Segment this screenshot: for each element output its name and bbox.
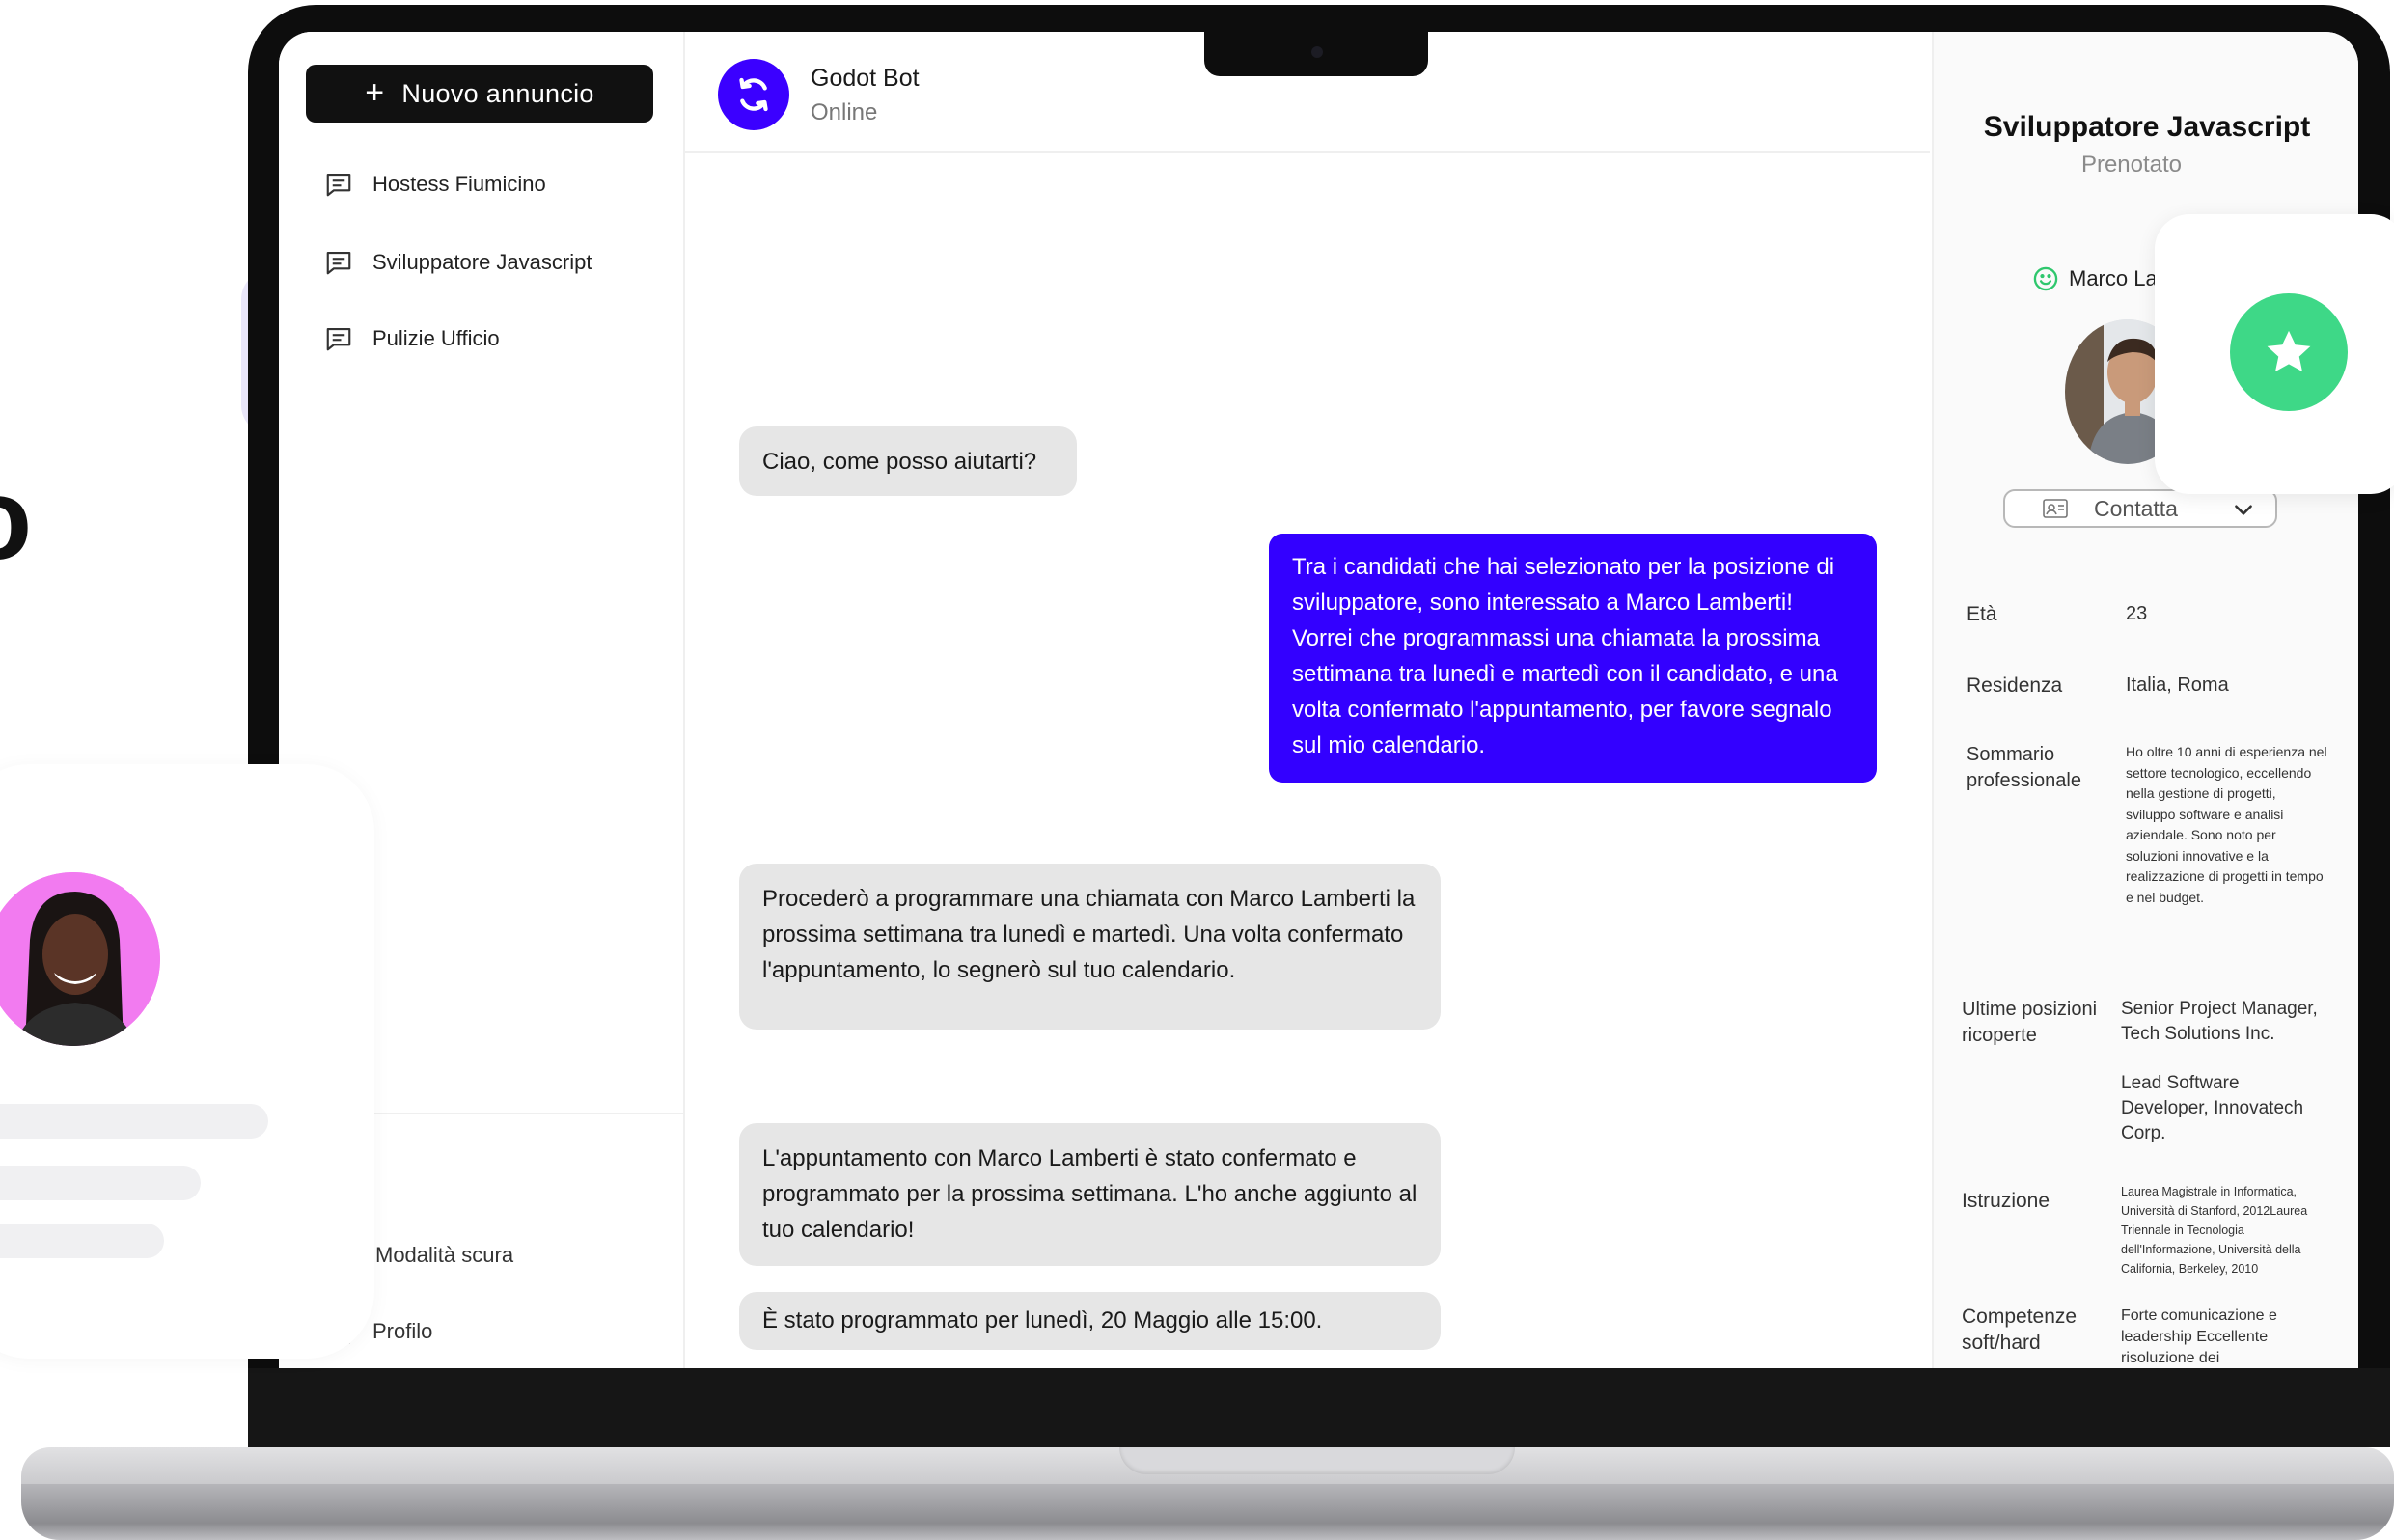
chat-icon xyxy=(326,251,351,275)
positions-label: Ultime posizioni ricoperte xyxy=(1962,999,2098,1046)
bot-status: Online xyxy=(811,99,878,125)
camera xyxy=(1311,46,1323,58)
decor-letter: o xyxy=(0,461,32,577)
plus-icon: + xyxy=(365,73,385,111)
contact-card-icon xyxy=(2043,499,2068,518)
education-label: Istruzione xyxy=(1962,1190,2050,1212)
profile-label: Profilo xyxy=(372,1319,433,1343)
sync-icon xyxy=(739,77,768,112)
candidate-name[interactable]: Marco La xyxy=(2032,265,2158,292)
profile-preview-card xyxy=(0,764,374,1359)
new-listing-button[interactable]: + Nuovo annuncio xyxy=(306,65,653,123)
job-title: Sviluppatore Javascript xyxy=(1983,111,2311,143)
message-bot: Procederò a programmare una chiamata con… xyxy=(739,864,1441,1030)
residence-value: Italia, Roma xyxy=(2126,674,2229,696)
summary-label: Sommario professionale xyxy=(1967,744,2081,791)
message-user: Tra i candidati che hai selezionato per … xyxy=(1269,534,1877,783)
sidebar-item-label: Sviluppatore Javascript xyxy=(372,250,592,274)
laptop-bezel-bottom xyxy=(248,1368,2390,1447)
age-value: 23 xyxy=(2126,603,2148,624)
star-icon xyxy=(2267,330,2311,372)
message-bot: L'appuntamento con Marco Lamberti è stat… xyxy=(739,1123,1441,1266)
placeholder-line xyxy=(0,1166,201,1200)
bot-avatar xyxy=(718,59,789,130)
bot-name: Godot Bot xyxy=(811,65,920,92)
dark-mode-label: Modalità scura xyxy=(375,1243,514,1267)
laptop-base-notch xyxy=(1119,1447,1515,1474)
chevron-down-icon xyxy=(2235,505,2252,515)
favorite-card xyxy=(2155,214,2394,494)
smile-icon xyxy=(2033,266,2058,291)
laptop-base-bottom xyxy=(21,1484,2394,1540)
summary-value: Ho oltre 10 anni di esperienza nel setto… xyxy=(2126,744,2327,905)
placeholder-line xyxy=(0,1104,268,1139)
profile-avatar xyxy=(0,872,160,1046)
message-bot: Ciao, come posso aiutarti? xyxy=(739,426,1077,496)
education-value: Laurea Magistrale in Informatica, Univer… xyxy=(2121,1185,2308,1276)
sidebar-item-office-cleaning[interactable]: Pulizie Ufficio xyxy=(324,319,500,358)
sidebar-item-js-developer[interactable]: Sviluppatore Javascript xyxy=(324,243,592,282)
sidebar-item-hostess[interactable]: Hostess Fiumicino xyxy=(324,165,546,204)
new-listing-label: Nuovo annuncio xyxy=(401,78,594,108)
skills-value: Forte comunicazione e leadership Eccelle… xyxy=(2121,1307,2277,1366)
contact-dropdown[interactable]: Contatta xyxy=(2003,489,2277,528)
contact-label: Contatta xyxy=(2094,495,2178,521)
chat-icon xyxy=(326,327,351,351)
sidebar-item-label: Pulizie Ufficio xyxy=(372,326,500,350)
position-1: Senior Project Manager, Tech Solutions I… xyxy=(2121,999,2318,1044)
chat-icon xyxy=(326,173,351,197)
candidate-name-label: Marco La xyxy=(2069,266,2158,290)
skills-label: Competenze soft/hard xyxy=(1962,1306,2078,1354)
app-screen: + Nuovo annuncio Hostess Fiumicino Svilu… xyxy=(279,32,2358,1368)
residence-label: Residenza xyxy=(1967,674,2063,697)
placeholder-line xyxy=(0,1224,164,1258)
message-bot: È stato programmato per lunedì, 20 Maggi… xyxy=(739,1292,1441,1350)
age-label: Età xyxy=(1967,603,1997,625)
favorite-button[interactable] xyxy=(2230,293,2348,411)
job-status: Prenotato xyxy=(2080,151,2183,178)
position-2: Lead Software Developer, Innovatech Corp… xyxy=(2121,1073,2304,1143)
dark-mode-toggle[interactable]: Modalità scura xyxy=(375,1236,513,1275)
sidebar-item-label: Hostess Fiumicino xyxy=(372,172,546,196)
